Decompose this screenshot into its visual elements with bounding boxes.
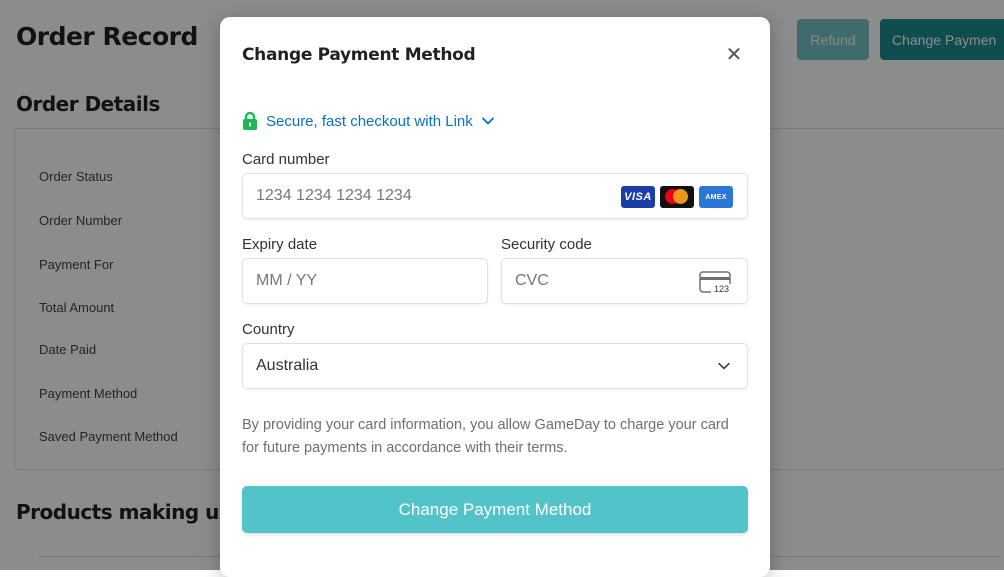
link-checkout-toggle[interactable]: Secure, fast checkout with Link	[242, 109, 495, 133]
expiry-date-label: Expiry date	[242, 236, 318, 253]
change-payment-method-submit-button[interactable]: Change Payment Method	[242, 486, 748, 533]
close-icon[interactable]: ✕	[723, 44, 745, 66]
expiry-date-input[interactable]: MM / YY	[242, 258, 488, 304]
security-code-placeholder: CVC	[515, 272, 549, 289]
amex-icon: AMEX	[699, 186, 733, 208]
card-number-placeholder: 1234 1234 1234 1234	[256, 187, 412, 204]
expiry-date-placeholder: MM / YY	[256, 272, 318, 289]
mastercard-icon	[660, 186, 694, 208]
cvc-icon-text: 123	[714, 284, 729, 294]
lock-icon	[243, 112, 257, 130]
change-payment-modal: Change Payment Method ✕ Secure, fast che…	[220, 17, 770, 577]
cvc-card-icon: 123	[699, 271, 732, 294]
consent-text: By providing your card information, you …	[242, 417, 729, 456]
chevron-down-icon	[481, 117, 494, 125]
country-value: Australia	[256, 357, 319, 374]
card-number-input[interactable]: 1234 1234 1234 1234 VISA AMEX	[242, 173, 748, 219]
link-checkout-text: Secure, fast checkout with Link	[266, 112, 473, 130]
card-number-label: Card number	[242, 151, 330, 168]
modal-title: Change Payment Method	[242, 45, 476, 65]
chevron-down-icon	[718, 362, 730, 370]
visa-icon: VISA	[621, 186, 655, 208]
country-label: Country	[242, 321, 295, 338]
card-brands: VISA AMEX	[621, 186, 733, 208]
security-code-input[interactable]: CVC 123	[501, 258, 748, 304]
security-code-label: Security code	[501, 236, 592, 253]
country-select[interactable]: Australia	[242, 343, 748, 389]
